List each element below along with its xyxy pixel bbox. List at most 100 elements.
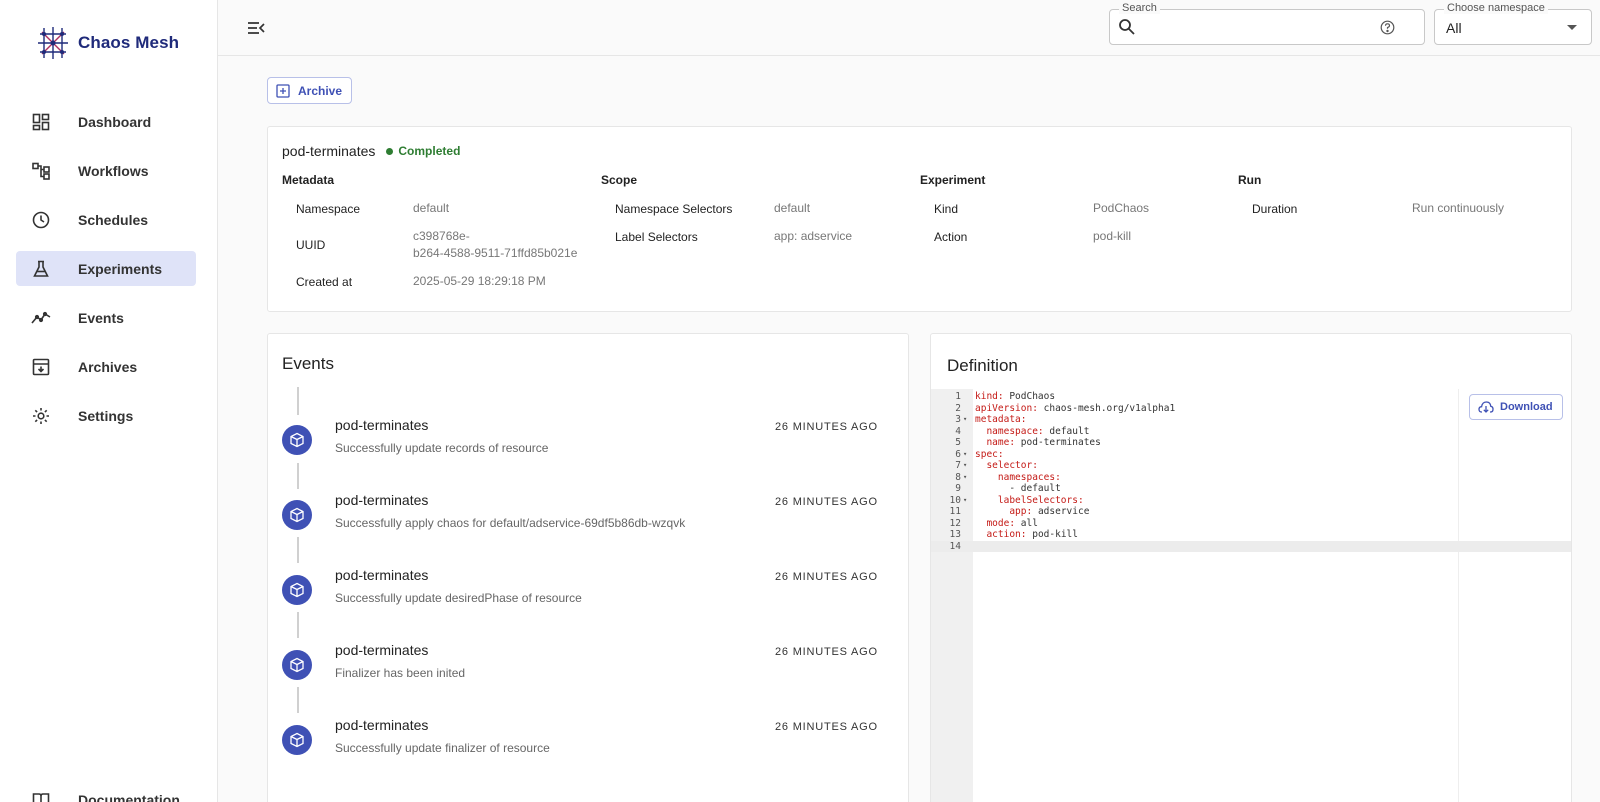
yaml-key: metadata: bbox=[975, 414, 1027, 425]
yaml-key: mode: bbox=[986, 517, 1016, 529]
definition-title: Definition bbox=[947, 356, 1018, 375]
label-selectors-value: app: adservice bbox=[774, 229, 853, 243]
code-line[interactable]: 9 - default bbox=[931, 483, 1571, 495]
line-number: 1 bbox=[955, 391, 961, 402]
yaml-value: - default bbox=[1009, 483, 1061, 494]
sidebar-item-label: Documentation bbox=[78, 792, 180, 802]
code-text: action: pod-kill bbox=[975, 529, 1078, 541]
sidebar-item-settings[interactable]: Settings bbox=[16, 398, 196, 433]
code-text: namespace: default bbox=[975, 426, 1089, 438]
event-item[interactable]: pod-terminates Successfully apply chaos … bbox=[282, 492, 882, 552]
code-line[interactable]: 5 name: pod-terminates bbox=[931, 437, 1571, 449]
sidebar-item-documentation[interactable]: Documentation bbox=[16, 790, 196, 802]
cube-icon bbox=[282, 725, 312, 755]
fold-arrow-icon[interactable]: ▾ bbox=[963, 460, 967, 472]
sidebar-item-label: Dashboard bbox=[78, 113, 152, 130]
download-button[interactable]: Download bbox=[1469, 394, 1563, 420]
search-input[interactable] bbox=[1142, 16, 1372, 38]
menu-collapse-icon[interactable] bbox=[246, 18, 266, 38]
code-line[interactable]: 12 mode: all bbox=[931, 518, 1571, 530]
code-line[interactable]: 11 app: adservice bbox=[931, 506, 1571, 518]
line-number: 4 bbox=[955, 425, 961, 437]
code-text: - default bbox=[975, 483, 1061, 495]
fold-arrow-icon[interactable]: ▾ bbox=[963, 414, 967, 426]
code-line[interactable]: 8 ▾ namespaces: bbox=[931, 472, 1571, 484]
dashboard-icon bbox=[31, 112, 51, 132]
yaml-key: name: bbox=[986, 437, 1016, 448]
code-text: app: adservice bbox=[975, 506, 1089, 518]
yaml-key: namespace: bbox=[986, 425, 1044, 437]
line-number: 14 bbox=[949, 540, 961, 552]
fold-arrow-icon[interactable]: ▾ bbox=[963, 449, 967, 461]
namespace-key: Namespace bbox=[296, 202, 361, 216]
metadata-section: Metadata bbox=[282, 171, 334, 189]
timeline-connector bbox=[297, 387, 299, 415]
code-line[interactable]: 13 action: pod-kill bbox=[931, 529, 1571, 541]
fold-arrow-icon[interactable]: ▾ bbox=[963, 495, 967, 507]
fold-arrow-icon[interactable]: ▾ bbox=[963, 472, 967, 484]
duration-value: Run continuously bbox=[1412, 201, 1505, 215]
code-line[interactable]: 10 ▾ labelSelectors: bbox=[931, 495, 1571, 507]
code-text: namespaces: bbox=[975, 472, 1061, 484]
code-text: name: pod-terminates bbox=[975, 437, 1100, 449]
event-item[interactable]: pod-terminates Finalizer has been inited… bbox=[282, 642, 882, 702]
app-name: Chaos Mesh bbox=[78, 33, 180, 52]
event-name: pod-terminates bbox=[335, 417, 429, 433]
sidebar-item-workflows[interactable]: Workflows bbox=[16, 153, 196, 188]
code-text: apiVersion: chaos-mesh.org/v1alpha1 bbox=[975, 403, 1175, 415]
sidebar-item-archives[interactable]: Archives bbox=[16, 349, 196, 384]
created-at-value: 2025-05-29 18:29:18 PM bbox=[413, 274, 546, 288]
code-line[interactable]: 6 ▾ spec: bbox=[931, 449, 1571, 461]
event-item[interactable]: pod-terminates Successfully update recor… bbox=[282, 417, 882, 477]
code-line[interactable]: 14 bbox=[931, 540, 1571, 552]
sidebar-item-label: Schedules bbox=[78, 211, 149, 228]
namespace-label: Choose namespace bbox=[1444, 2, 1548, 14]
line-number: 9 bbox=[955, 483, 961, 494]
yaml-key: action: bbox=[986, 529, 1027, 540]
sidebar-item-label: Settings bbox=[78, 407, 134, 424]
events-card: Events pod-terminates Successfully updat… bbox=[267, 333, 909, 802]
yaml-value: adservice bbox=[1032, 506, 1090, 517]
help-icon[interactable] bbox=[1380, 20, 1395, 35]
event-name: pod-terminates bbox=[335, 492, 429, 508]
yaml-key: labelSelectors: bbox=[997, 494, 1084, 506]
code-line[interactable]: 4 namespace: default bbox=[931, 426, 1571, 438]
line-number: 2 bbox=[955, 402, 961, 414]
section-heading: Experiment bbox=[920, 173, 986, 187]
namespace-value: All bbox=[1446, 20, 1462, 36]
yaml-editor[interactable]: 1 kind: PodChaos 2 apiVersion: chaos-mesh.o… bbox=[931, 389, 1571, 802]
line-number: 7 bbox=[955, 460, 961, 471]
cloud-download-icon bbox=[1478, 401, 1494, 413]
search-label: Search bbox=[1119, 2, 1160, 14]
section-heading: Scope bbox=[601, 173, 638, 187]
archive-button[interactable]: Archive bbox=[267, 77, 353, 104]
sidebar-item-dashboard[interactable]: Dashboard bbox=[16, 104, 196, 139]
app-logo[interactable]: Chaos Mesh bbox=[34, 24, 179, 62]
sidebar-item-events[interactable]: Events bbox=[16, 300, 196, 335]
event-name: pod-terminates bbox=[335, 717, 429, 733]
event-item[interactable]: pod-terminates Successfully update final… bbox=[282, 717, 882, 777]
code-line[interactable]: 7 ▾ selector: bbox=[931, 460, 1571, 472]
event-time: 26 MINUTES AGO bbox=[775, 721, 878, 733]
experiment-name: pod-terminates bbox=[282, 143, 376, 159]
namespace-select[interactable]: Choose namespace All bbox=[1434, 2, 1592, 45]
event-name: pod-terminates bbox=[335, 642, 429, 658]
event-message: Successfully update finalizer of resourc… bbox=[335, 741, 550, 755]
sidebar-item-experiments[interactable]: Experiments bbox=[16, 251, 196, 286]
yaml-value: all bbox=[1015, 517, 1038, 529]
line-number: 13 bbox=[949, 529, 961, 540]
sidebar-item-schedules[interactable]: Schedules bbox=[16, 202, 196, 237]
line-number: 6 bbox=[955, 448, 961, 460]
yaml-value: chaos-mesh.org/v1alpha1 bbox=[1037, 402, 1176, 414]
action-key: Action bbox=[934, 230, 968, 244]
search-field[interactable]: Search bbox=[1109, 2, 1425, 45]
action-value: pod-kill bbox=[1093, 229, 1132, 243]
timeline-icon bbox=[31, 308, 51, 328]
code-text: labelSelectors: bbox=[975, 495, 1084, 507]
top-bar: Search Choose namespace All bbox=[218, 0, 1600, 56]
yaml-value: pod-kill bbox=[1026, 529, 1078, 540]
event-item[interactable]: pod-terminates Successfully update desir… bbox=[282, 567, 882, 627]
event-time: 26 MINUTES AGO bbox=[775, 646, 878, 658]
sidebar-item-label: Experiments bbox=[78, 260, 163, 277]
